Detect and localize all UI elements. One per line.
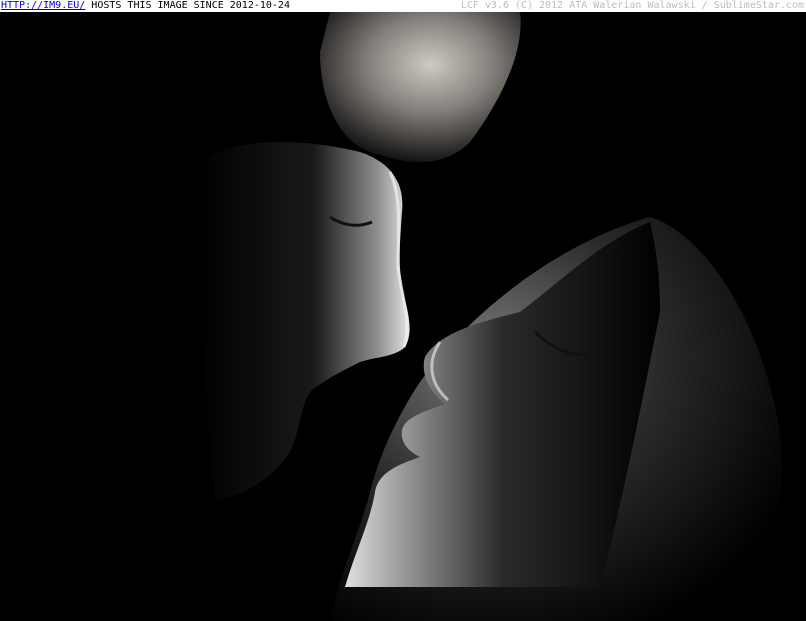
host-link[interactable]: HTTP://IM9.EU/ — [1, 0, 85, 12]
page: HTTP://IM9.EU/ HOSTS THIS IMAGE SINCE 20… — [0, 0, 806, 621]
photo-svg — [0, 12, 806, 621]
host-banner: HTTP://IM9.EU/ HOSTS THIS IMAGE SINCE 20… — [0, 0, 806, 12]
credit-text: LCF v3.6 (C) 2012 ATA Walerian Walawski … — [460, 0, 804, 11]
monochrome-couple-photo — [0, 12, 806, 621]
banner-left-group: HTTP://IM9.EU/ HOSTS THIS IMAGE SINCE 20… — [0, 0, 290, 12]
host-since-text: HOSTS THIS IMAGE SINCE 2012-10-24 — [91, 0, 290, 11]
